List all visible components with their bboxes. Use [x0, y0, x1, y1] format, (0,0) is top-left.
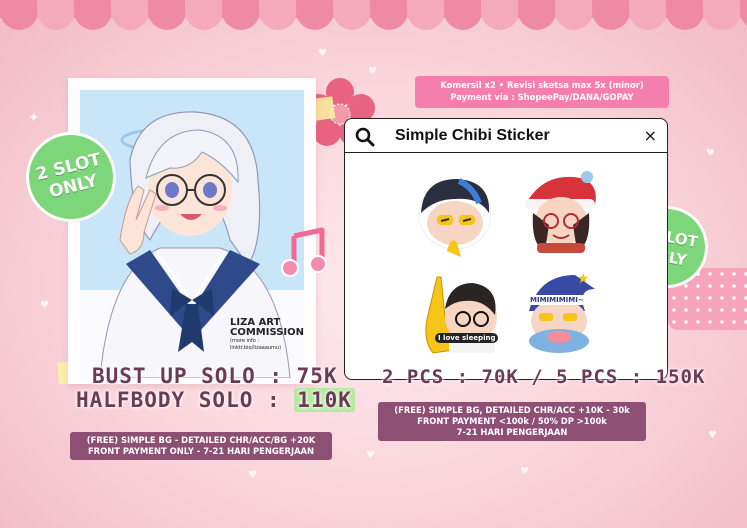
price-label: BUST UP SOLO :	[92, 364, 297, 388]
window-title: Simple Chibi Sticker	[395, 127, 550, 144]
price-value: 75K	[296, 364, 338, 388]
payment-line: Payment via : ShopeePay/DANA/GOPAY	[450, 92, 634, 102]
info-line: FRONT PAYMENT ONLY - 7-21 HARI PENGERJAA…	[87, 446, 315, 456]
heart-icon: ♥	[40, 300, 49, 311]
left-terms-box: (FREE) SIMPLE BG - DETAILED CHR/ACC/BG +…	[70, 432, 332, 460]
heart-icon: ♥	[366, 450, 375, 461]
scalloped-border	[0, 0, 747, 34]
info-line: FRONT PAYMENT <100k / 50% DP >100k	[417, 416, 607, 426]
music-note-icon	[281, 227, 327, 277]
heart-icon: ♥	[368, 66, 377, 77]
watermark-line: COMMISSION	[230, 327, 304, 338]
commission-terms: Komersil x2 • Revisi sketsa max 5x (mino…	[415, 76, 669, 108]
terms-line: Komersil x2 • Revisi sketsa max 5x (mino…	[440, 80, 644, 90]
heart-icon: ♥	[318, 48, 327, 59]
heart-icon: ♥	[706, 148, 715, 159]
halfbody-price: HALFBODY SOLO : 110K	[76, 388, 355, 412]
artwork-illustration: LIZA ART COMMISSION (more info : linktr.…	[80, 90, 304, 378]
search-icon[interactable]	[355, 127, 375, 147]
close-icon[interactable]: ×	[644, 126, 657, 145]
sparkle-icon: ✦	[28, 110, 40, 126]
heart-icon: ♥	[520, 466, 529, 477]
info-line: (FREE) SIMPLE BG, DETAILED CHR/ACC +10K …	[394, 405, 630, 415]
price-label: HALFBODY SOLO :	[76, 388, 295, 412]
bust-up-artwork-card: LIZA ART COMMISSION (more info : linktr.…	[68, 78, 316, 384]
sticker-boy-sunglasses	[418, 178, 492, 257]
sticker-price: 2 PCS : 70K / 5 PCS : 150K	[382, 366, 705, 388]
info-line: 7-21 HARI PENGERJAAN	[456, 427, 568, 437]
info-line: (FREE) SIMPLE BG - DETAILED CHR/ACC/BG +…	[86, 435, 316, 445]
sticker-santa-girl	[525, 171, 596, 253]
price-value: 2 PCS : 70K / 5 PCS : 150K	[382, 366, 706, 388]
sticker-caption-love-sleeping: I love sleeping	[435, 333, 499, 343]
price-value: 110K	[294, 388, 355, 412]
svg-text:★: ★	[577, 271, 590, 287]
right-terms-box: (FREE) SIMPLE BG, DETAILED CHR/ACC +10K …	[378, 402, 646, 441]
sticker-caption-mimi: MIMIMIMIMI~	[527, 295, 587, 305]
bust-up-price: BUST UP SOLO : 75K	[92, 364, 338, 388]
sticker-thumbs-up-girl	[425, 276, 497, 354]
watermark-more-info: (more info : linktr.bio/lizaaaumu)	[230, 338, 282, 351]
heart-icon: ♥	[708, 430, 717, 441]
sticker-sleeping-cap: ★	[529, 271, 595, 353]
artist-watermark: LIZA ART COMMISSION (more info : linktr.…	[230, 318, 304, 352]
heart-icon: ♥	[248, 470, 257, 481]
window-title-bar: Simple Chibi Sticker ×	[345, 119, 667, 153]
sticker-window: Simple Chibi Sticker × I love sleeping ★…	[344, 118, 668, 380]
